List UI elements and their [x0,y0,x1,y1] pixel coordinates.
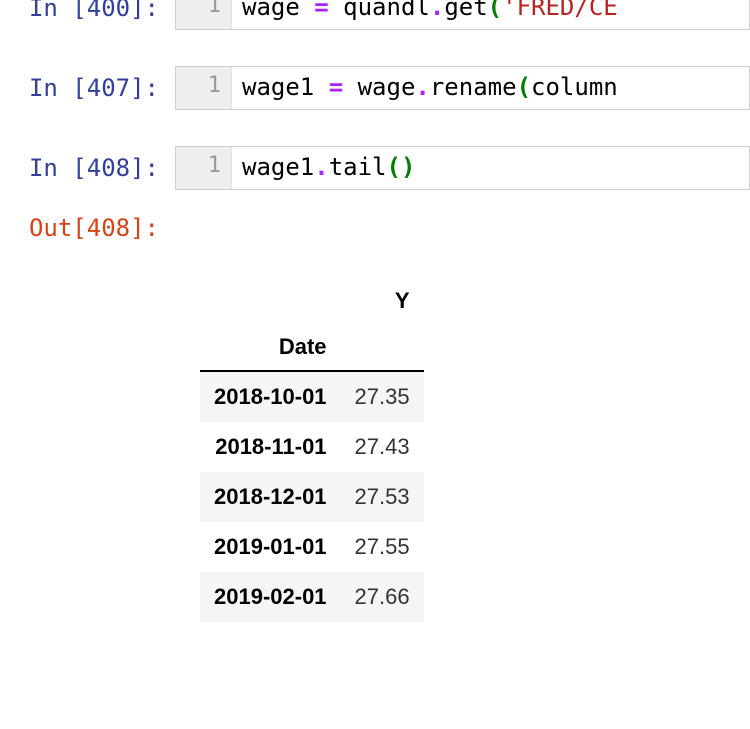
token-obj: wage [358,73,416,101]
token-dot: . [314,153,328,181]
code-area[interactable]: 1 wage1.tail() [175,146,750,190]
row-index: 2018-10-01 [200,371,341,422]
code-line[interactable]: wage1.tail() [232,147,749,189]
input-cell: In [408]: 1 wage1.tail() [0,138,750,198]
index-header-row: Date [200,324,424,371]
token-lparen: ( [517,73,531,101]
token-method: tail [329,153,387,181]
output-area: Y Date 2018-10-01 27.35 2018-11-01 27.43… [0,258,750,622]
output-cell: Out[408]: [0,198,750,258]
column-header-row: Y [200,278,424,324]
token-dot: . [415,73,429,101]
token-kwarg: column [531,73,618,101]
input-cell: In [407]: 1 wage1 = wage.rename(column [0,58,750,118]
token-lparen: ( [488,0,502,21]
token-lparen: ( [387,153,401,181]
token-obj: quandl [343,0,430,21]
table-row: 2018-10-01 27.35 [200,371,424,422]
token-method: get [444,0,487,21]
code-line[interactable]: wage1 = wage.rename(column [232,67,749,109]
token-var: wage [242,0,300,21]
row-value: 27.43 [341,422,424,472]
token-rparen: ) [401,153,415,181]
row-index: 2018-12-01 [200,472,341,522]
row-index: 2019-01-01 [200,522,341,572]
table-row: 2019-02-01 27.66 [200,572,424,622]
index-name: Date [200,324,341,371]
row-value: 27.53 [341,472,424,522]
token-op: = [314,0,328,21]
table-row: 2018-11-01 27.43 [200,422,424,472]
token-op: = [329,73,343,101]
token-var: wage1 [242,73,314,101]
token-string: 'FRED/CE [502,0,618,21]
token-dot: . [430,0,444,21]
table-row: 2019-01-01 27.55 [200,522,424,572]
row-index: 2018-11-01 [200,422,341,472]
code-area[interactable]: 1 wage1 = wage.rename(column [175,66,750,110]
table-row: 2018-12-01 27.53 [200,472,424,522]
line-gutter: 1 [176,147,232,189]
code-line[interactable]: wage = quandl.get('FRED/CE [232,0,749,29]
token-var: wage1 [242,153,314,181]
row-value: 27.66 [341,572,424,622]
row-index: 2019-02-01 [200,572,341,622]
line-gutter: 1 [176,67,232,109]
token-method: rename [430,73,517,101]
input-cell: In [400]: 1 wage = quandl.get('FRED/CE [0,0,750,38]
row-value: 27.55 [341,522,424,572]
prompt-out: Out[408]: [0,206,175,250]
row-value: 27.35 [341,371,424,422]
dataframe-table: Y Date 2018-10-01 27.35 2018-11-01 27.43… [200,278,424,622]
prompt-in: In [400]: [0,0,175,30]
prompt-in: In [407]: [0,66,175,110]
prompt-in: In [408]: [0,146,175,190]
line-gutter: 1 [176,0,232,29]
code-area[interactable]: 1 wage = quandl.get('FRED/CE [175,0,750,30]
col-header: Y [341,278,424,324]
